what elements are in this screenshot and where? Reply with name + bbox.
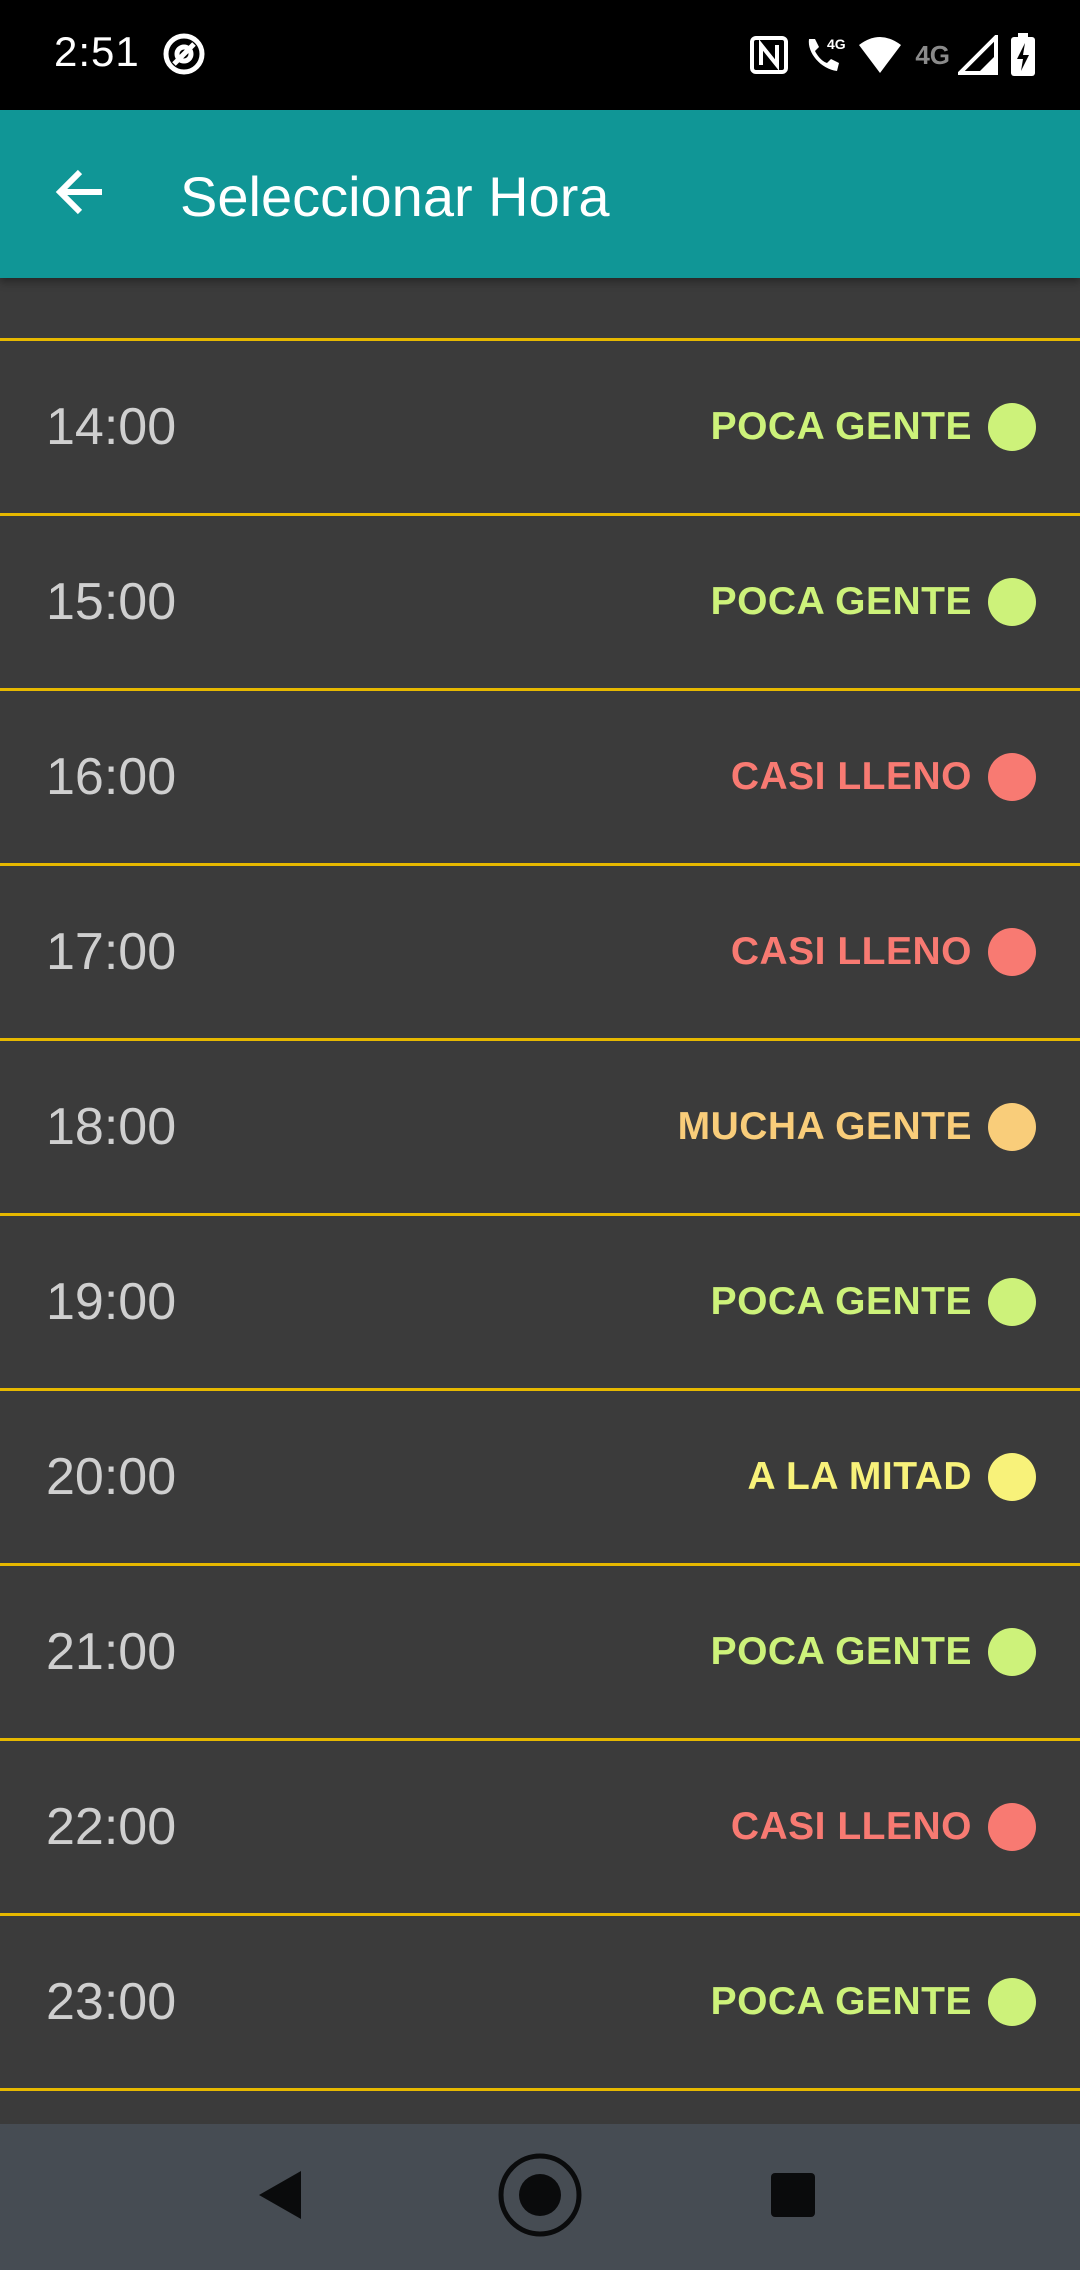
occupancy-status: MUCHA GENTE — [678, 1103, 1036, 1151]
time-slot-row[interactable]: 15:00 POCA GENTE — [0, 516, 1080, 691]
occupancy-status: CASI LLENO — [731, 1803, 1036, 1851]
slot-time: 18:00 — [46, 1098, 177, 1156]
slot-time: 16:00 — [46, 748, 177, 806]
occupancy-label: CASI LLENO — [730, 1805, 972, 1848]
wifi-call-icon: 4G — [801, 33, 845, 77]
slot-time: 19:00 — [46, 1273, 177, 1331]
signal-icon — [958, 35, 998, 75]
wifi-icon — [857, 35, 903, 75]
occupancy-dot-icon — [988, 1628, 1036, 1676]
at-sign-icon — [162, 32, 206, 76]
occupancy-status: POCA GENTE — [711, 1628, 1036, 1676]
slot-time: 17:00 — [46, 923, 177, 981]
slot-time: 15:00 — [46, 573, 177, 631]
home-circle-icon — [497, 2152, 583, 2243]
occupancy-status: POCA GENTE — [711, 1978, 1036, 2026]
occupancy-dot-icon — [988, 1978, 1036, 2026]
time-slot-row[interactable]: 14:00 POCA GENTE — [0, 341, 1080, 516]
status-bar: 2:51 4G 4G — [0, 0, 1080, 110]
occupancy-label: POCA GENTE — [710, 580, 972, 623]
nav-home-button[interactable] — [485, 2142, 595, 2252]
time-slot-row[interactable]: 19:00 POCA GENTE — [0, 1216, 1080, 1391]
network-type-label: 4G — [915, 39, 950, 70]
occupancy-status: CASI LLENO — [731, 928, 1036, 976]
app-bar: Seleccionar Hora — [0, 110, 1080, 278]
nav-back-button[interactable] — [225, 2142, 335, 2252]
system-nav-bar — [0, 2124, 1080, 2270]
occupancy-label: MUCHA GENTE — [677, 1105, 972, 1148]
occupancy-dot-icon — [988, 1803, 1036, 1851]
back-button[interactable] — [40, 154, 120, 234]
time-slot-row[interactable]: 21:00 POCA GENTE — [0, 1566, 1080, 1741]
occupancy-label: POCA GENTE — [710, 405, 972, 448]
page-title: Seleccionar Hora — [180, 165, 610, 228]
occupancy-label: POCA GENTE — [710, 1980, 972, 2023]
status-icons: 4G 4G — [749, 30, 1036, 80]
time-slot-row[interactable]: 20:00 A LA MITAD — [0, 1391, 1080, 1566]
list-item-partial — [0, 278, 1080, 341]
slots-container: 14:00 POCA GENTE 15:00 POCA GENTE 16:00 CASI … — [0, 341, 1080, 2091]
slot-time: 22:00 — [46, 1798, 177, 1856]
recents-square-icon — [769, 2171, 817, 2224]
nfc-icon — [749, 35, 789, 75]
occupancy-dot-icon — [988, 578, 1036, 626]
svg-text:4G: 4G — [827, 36, 845, 52]
slot-time: 20:00 — [46, 1448, 177, 1506]
occupancy-status: POCA GENTE — [711, 403, 1036, 451]
time-slot-row[interactable]: 16:00 CASI LLENO — [0, 691, 1080, 866]
time-slot-row[interactable]: 17:00 CASI LLENO — [0, 866, 1080, 1041]
occupancy-status: POCA GENTE — [711, 1278, 1036, 1326]
occupancy-label: POCA GENTE — [710, 1280, 972, 1323]
slot-time: 14:00 — [46, 398, 177, 456]
time-slot-row[interactable]: 23:00 POCA GENTE — [0, 1916, 1080, 2091]
occupancy-label: CASI LLENO — [730, 755, 972, 798]
occupancy-dot-icon — [988, 1278, 1036, 1326]
time-slot-row[interactable]: 18:00 MUCHA GENTE — [0, 1041, 1080, 1216]
occupancy-status: POCA GENTE — [711, 578, 1036, 626]
occupancy-label: POCA GENTE — [710, 1630, 972, 1673]
occupancy-dot-icon — [988, 1103, 1036, 1151]
occupancy-dot-icon — [988, 928, 1036, 976]
occupancy-dot-icon — [988, 1453, 1036, 1501]
arrow-left-icon — [52, 164, 108, 225]
occupancy-dot-icon — [988, 753, 1036, 801]
slot-time: 21:00 — [46, 1623, 177, 1681]
battery-charging-icon — [1010, 33, 1036, 77]
occupancy-label: CASI LLENO — [730, 930, 972, 973]
status-time: 2:51 — [54, 28, 140, 75]
occupancy-status: A LA MITAD — [747, 1453, 1036, 1501]
slot-time: 23:00 — [46, 1973, 177, 2031]
back-triangle-icon — [255, 2167, 305, 2228]
occupancy-label: A LA MITAD — [747, 1455, 972, 1498]
time-slot-list[interactable]: 14:00 POCA GENTE 15:00 POCA GENTE 16:00 CASI … — [0, 278, 1080, 2124]
nav-recents-button[interactable] — [738, 2142, 848, 2252]
occupancy-status: CASI LLENO — [731, 753, 1036, 801]
occupancy-dot-icon — [988, 403, 1036, 451]
time-slot-row[interactable]: 22:00 CASI LLENO — [0, 1741, 1080, 1916]
